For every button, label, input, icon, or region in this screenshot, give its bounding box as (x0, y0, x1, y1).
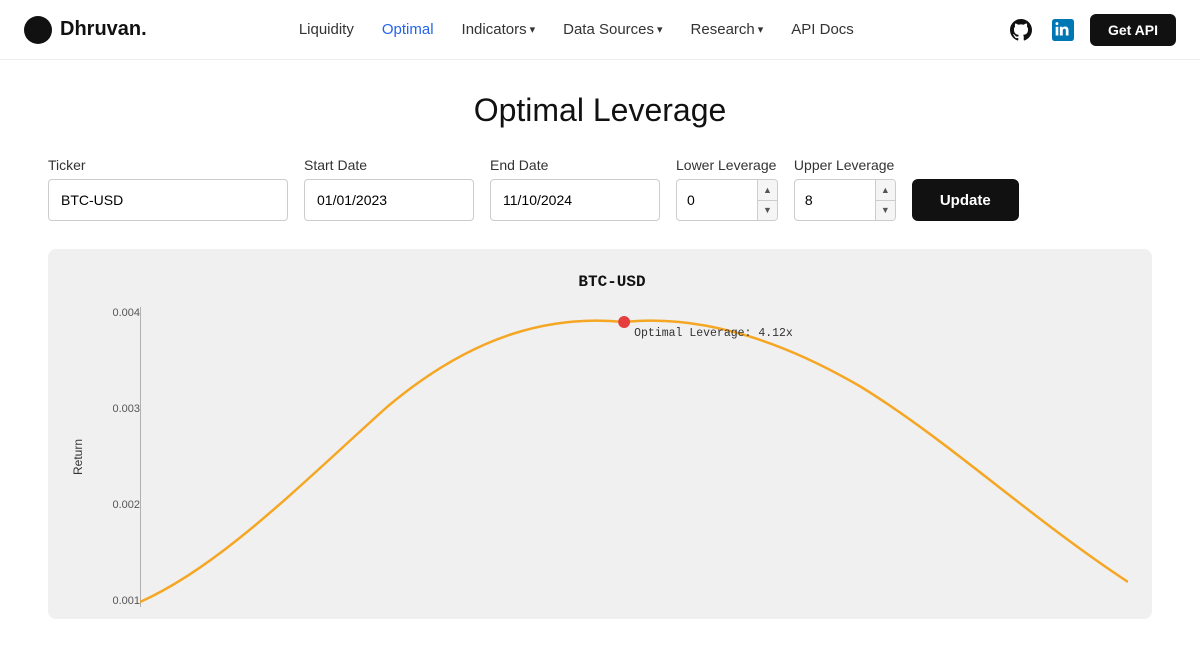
start-date-label: Start Date (304, 157, 474, 173)
logo-dot (24, 16, 52, 44)
chart-svg-wrapper: Optimal Leverage: 4.12x (140, 307, 1128, 607)
lower-leverage-up[interactable]: ▲ (758, 180, 777, 201)
upper-leverage-group: Upper Leverage ▲ ▼ (794, 157, 896, 221)
lower-leverage-input[interactable] (677, 184, 757, 216)
get-api-button[interactable]: Get API (1090, 14, 1176, 46)
y-tick-2: 0.002 (96, 499, 140, 511)
y-tick-1: 0.001 (96, 595, 140, 607)
y-ticks: 0.004 0.003 0.002 0.001 (96, 307, 140, 607)
start-date-group: Start Date (304, 157, 474, 221)
chart-container: BTC-USD Return 0.004 0.003 0.002 0.001 (48, 249, 1152, 619)
y-tick-3: 0.003 (96, 403, 140, 415)
page-title: Optimal Leverage (48, 92, 1152, 129)
start-date-input[interactable] (304, 179, 474, 221)
chart-inner: Return 0.004 0.003 0.002 0.001 (96, 307, 1128, 607)
ticker-label: Ticker (48, 157, 288, 173)
indicators-chevron-icon: ▾ (530, 23, 536, 36)
y-tick-4: 0.004 (96, 307, 140, 319)
end-date-group: End Date (490, 157, 660, 221)
lower-leverage-spinners: ▲ ▼ (757, 180, 777, 220)
upper-leverage-down[interactable]: ▼ (876, 201, 895, 221)
upper-leverage-input[interactable] (795, 184, 875, 216)
chart-title: BTC-USD (96, 273, 1128, 291)
lower-leverage-down[interactable]: ▼ (758, 201, 777, 221)
github-icon[interactable] (1006, 15, 1036, 45)
ticker-group: Ticker (48, 157, 288, 221)
chart-svg (140, 307, 1128, 607)
logo[interactable]: Dhruvan. (24, 16, 147, 44)
nav-item-research[interactable]: Research ▾ (691, 21, 764, 38)
linkedin-icon[interactable] (1048, 15, 1078, 45)
nav-item-api-docs[interactable]: API Docs (791, 21, 854, 38)
logo-text: Dhruvan. (60, 18, 147, 41)
nav-item-optimal[interactable]: Optimal (382, 21, 434, 38)
research-chevron-icon: ▾ (758, 23, 764, 36)
end-date-label: End Date (490, 157, 660, 173)
end-date-input[interactable] (490, 179, 660, 221)
lower-leverage-wrapper: ▲ ▼ (676, 179, 778, 221)
update-button[interactable]: Update (912, 179, 1019, 221)
controls-bar: Ticker Start Date End Date Lower Leverag… (48, 157, 1152, 221)
nav-item-liquidity[interactable]: Liquidity (299, 21, 354, 38)
upper-leverage-label: Upper Leverage (794, 157, 896, 173)
data-sources-chevron-icon: ▾ (657, 23, 663, 36)
navbar: Dhruvan. Liquidity Optimal Indicators ▾ … (0, 0, 1200, 60)
upper-leverage-up[interactable]: ▲ (876, 180, 895, 201)
nav-links: Liquidity Optimal Indicators ▾ Data Sour… (299, 21, 854, 38)
nav-right: Get API (1006, 14, 1176, 46)
upper-leverage-wrapper: ▲ ▼ (794, 179, 896, 221)
nav-item-indicators[interactable]: Indicators ▾ (462, 21, 536, 38)
upper-leverage-spinners: ▲ ▼ (875, 180, 895, 220)
lower-leverage-label: Lower Leverage (676, 157, 778, 173)
y-axis-label: Return (71, 439, 85, 475)
main-content: Optimal Leverage Ticker Start Date End D… (0, 60, 1200, 651)
nav-item-data-sources[interactable]: Data Sources ▾ (563, 21, 662, 38)
ticker-input[interactable] (48, 179, 288, 221)
lower-leverage-group: Lower Leverage ▲ ▼ (676, 157, 778, 221)
